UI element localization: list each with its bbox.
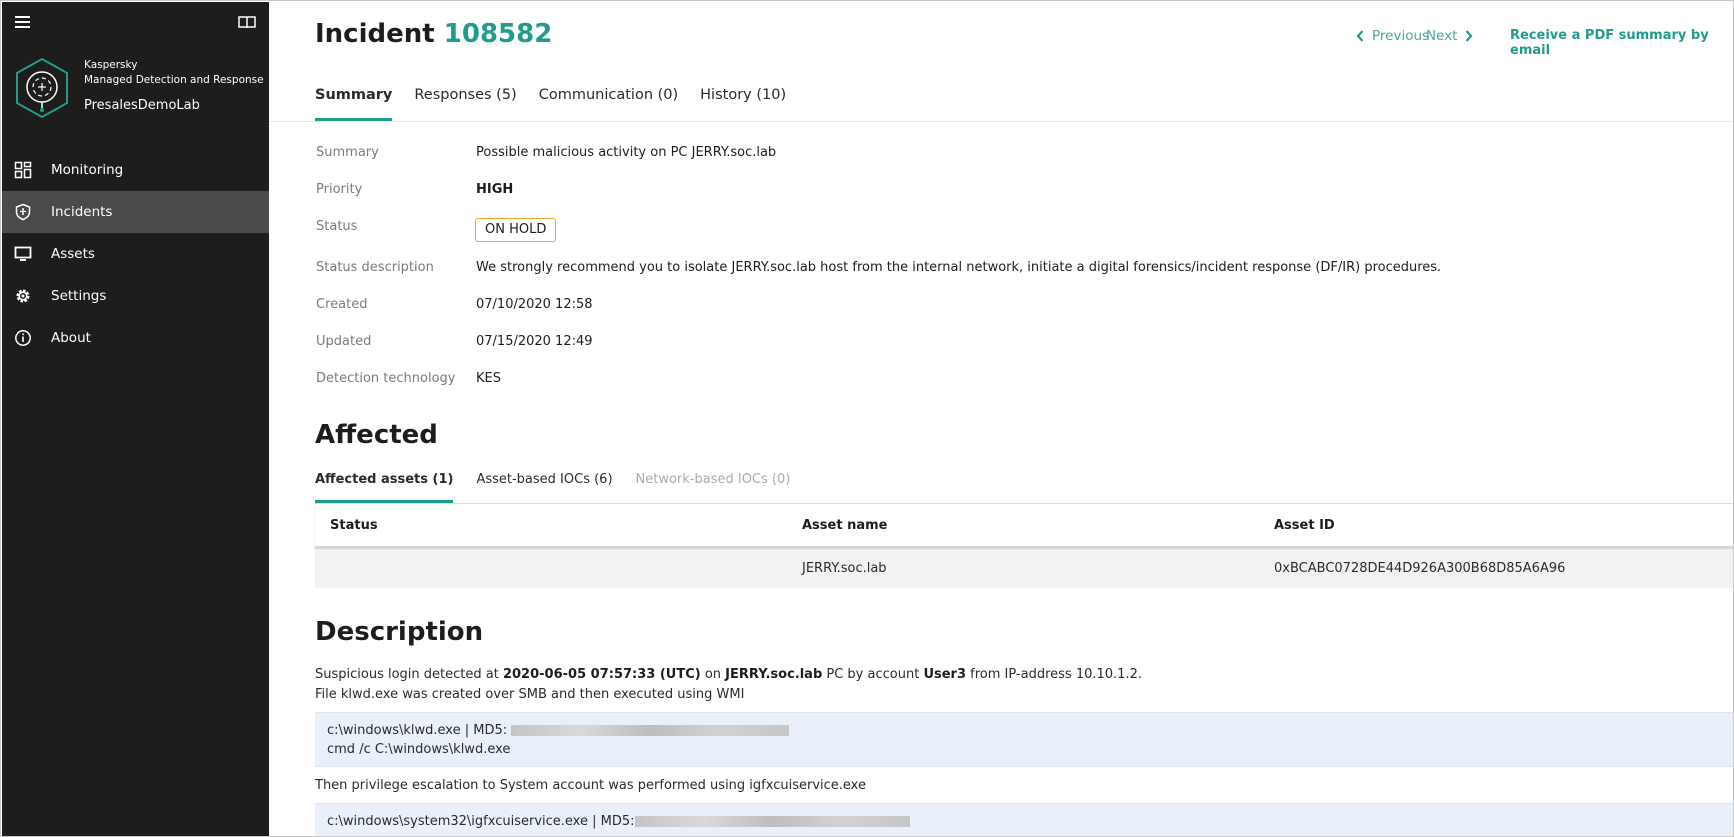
description-title: Description [315, 617, 484, 647]
sidebar: Kaspersky Managed Detection and Response… [2, 2, 269, 836]
sidebar-item-incidents[interactable]: Incidents [2, 191, 269, 233]
page-title: Incident 108582 [315, 19, 552, 49]
tab-history[interactable]: History (10) [700, 87, 786, 121]
code-line: cmd /c C:\windows\klwd.exe [327, 742, 511, 757]
tab-responses[interactable]: Responses (5) [414, 87, 516, 121]
sidebar-item-label: Assets [51, 246, 95, 262]
book-icon[interactable] [238, 14, 256, 30]
title-word: Incident [315, 19, 435, 49]
priority-value: HIGH [476, 182, 514, 197]
code-text: c:\windows\klwd.exe | MD5: [327, 723, 512, 738]
incident-number: 108582 [443, 19, 553, 49]
dashboard-icon [14, 161, 32, 179]
status-description-label: Status description [316, 260, 434, 275]
affected-title: Affected [315, 420, 438, 450]
description-escalation-line: Then privilege escalation to System acco… [315, 778, 866, 793]
chevron-right-icon [1466, 30, 1473, 42]
sidebar-item-settings[interactable]: Settings [2, 275, 269, 317]
code-line: c:\windows\system32\igfxcuiservice.exe |… [327, 814, 910, 829]
redacted-hash [634, 816, 910, 827]
product-name: Managed Detection and Response [84, 74, 264, 86]
desc-text-segment: Suspicious login detected at [315, 667, 503, 682]
sidebar-item-assets[interactable]: Assets [2, 233, 269, 275]
description-file-line: File klwd.exe was created over SMB and t… [315, 687, 745, 702]
hamburger-menu-icon[interactable] [14, 14, 32, 30]
desc-text-segment: on [700, 667, 726, 682]
tabs-divider [269, 121, 1733, 122]
asset-id: 0xBCABC0728DE44D926A300B68D85A6A96 [1274, 561, 1566, 576]
sidebar-item-label: Incidents [51, 204, 113, 220]
table-row[interactable]: JERRY.soc.lab 0xBCABC0728DE44D926A300B68… [315, 550, 1733, 588]
app-window: Kaspersky Managed Detection and Response… [0, 0, 1734, 837]
status-badge: ON HOLD [475, 218, 557, 242]
organization-name: PresalesDemoLab [84, 98, 200, 113]
monitor-icon [14, 245, 32, 263]
sidebar-nav: Monitoring Incidents Assets Settings Abo… [2, 149, 269, 359]
login-time: 2020-06-05 07:57:33 (UTC) [502, 667, 701, 682]
kaspersky-logo [14, 57, 70, 119]
info-icon [14, 329, 32, 347]
code-block: c:\windows\klwd.exe | MD5: cmd /c C:\win… [315, 712, 1733, 767]
table-header: Status Asset name Asset ID [315, 504, 1733, 549]
tab-asset-based-iocs[interactable]: Asset-based IOCs (6) [476, 472, 612, 503]
chevron-left-icon [1356, 30, 1364, 42]
tab-summary[interactable]: Summary [315, 87, 393, 121]
summary-label: Summary [316, 145, 379, 160]
created-value: 07/10/2020 12:58 [476, 297, 593, 312]
column-header-status[interactable]: Status [330, 518, 378, 533]
previous-button[interactable]: Previous [1348, 28, 1429, 44]
next-button[interactable]: Next [1426, 28, 1481, 44]
priority-label: Priority [316, 182, 363, 197]
shield-icon [14, 203, 32, 221]
redacted-hash [511, 725, 790, 736]
detection-technology-value: KES [476, 371, 501, 386]
updated-label: Updated [316, 334, 372, 349]
status-description-value: We strongly recommend you to isolate JER… [476, 260, 1442, 275]
brand-name: Kaspersky [84, 59, 138, 71]
tab-affected-assets[interactable]: Affected assets (1) [315, 472, 454, 503]
gear-icon [14, 287, 32, 305]
summary-value: Possible malicious activity on PC JERRY.… [476, 145, 777, 160]
host-name: JERRY.soc.lab [725, 667, 823, 682]
column-header-asset-id[interactable]: Asset ID [1274, 518, 1335, 533]
sidebar-item-label: About [51, 330, 91, 346]
status-label: Status [316, 219, 358, 234]
code-block: c:\windows\system32\igfxcuiservice.exe |… [315, 803, 1733, 836]
asset-name: JERRY.soc.lab [802, 561, 887, 576]
next-label: Next [1426, 28, 1458, 44]
incident-tabs: Summary Responses (5) Communication (0) … [315, 87, 808, 121]
description-login-line: Suspicious login detected at 2020-06-05 … [315, 667, 1142, 682]
updated-value: 07/15/2020 12:49 [476, 334, 593, 349]
account-name: User3 [923, 667, 967, 682]
sidebar-item-monitoring[interactable]: Monitoring [2, 149, 269, 191]
affected-tabs: Affected assets (1) Asset-based IOCs (6)… [315, 472, 813, 503]
code-line: c:\windows\klwd.exe | MD5: [327, 723, 790, 738]
desc-text-segment: PC by account [822, 667, 924, 682]
tab-communication[interactable]: Communication (0) [539, 87, 678, 121]
desc-text-segment: from IP-address 10.10.1.2. [966, 667, 1142, 682]
detection-technology-label: Detection technology [316, 371, 456, 386]
tab-network-based-iocs: Network-based IOCs (0) [635, 472, 791, 487]
previous-label: Previous [1372, 28, 1430, 44]
column-header-asset-name[interactable]: Asset name [802, 518, 887, 533]
pdf-summary-link[interactable]: Receive a PDF summary by email [1510, 28, 1733, 58]
sidebar-item-label: Settings [51, 288, 107, 304]
sidebar-item-label: Monitoring [51, 162, 124, 178]
created-label: Created [316, 297, 368, 312]
code-text: c:\windows\system32\igfxcuiservice.exe |… [327, 814, 635, 829]
sidebar-item-about[interactable]: About [2, 317, 269, 359]
